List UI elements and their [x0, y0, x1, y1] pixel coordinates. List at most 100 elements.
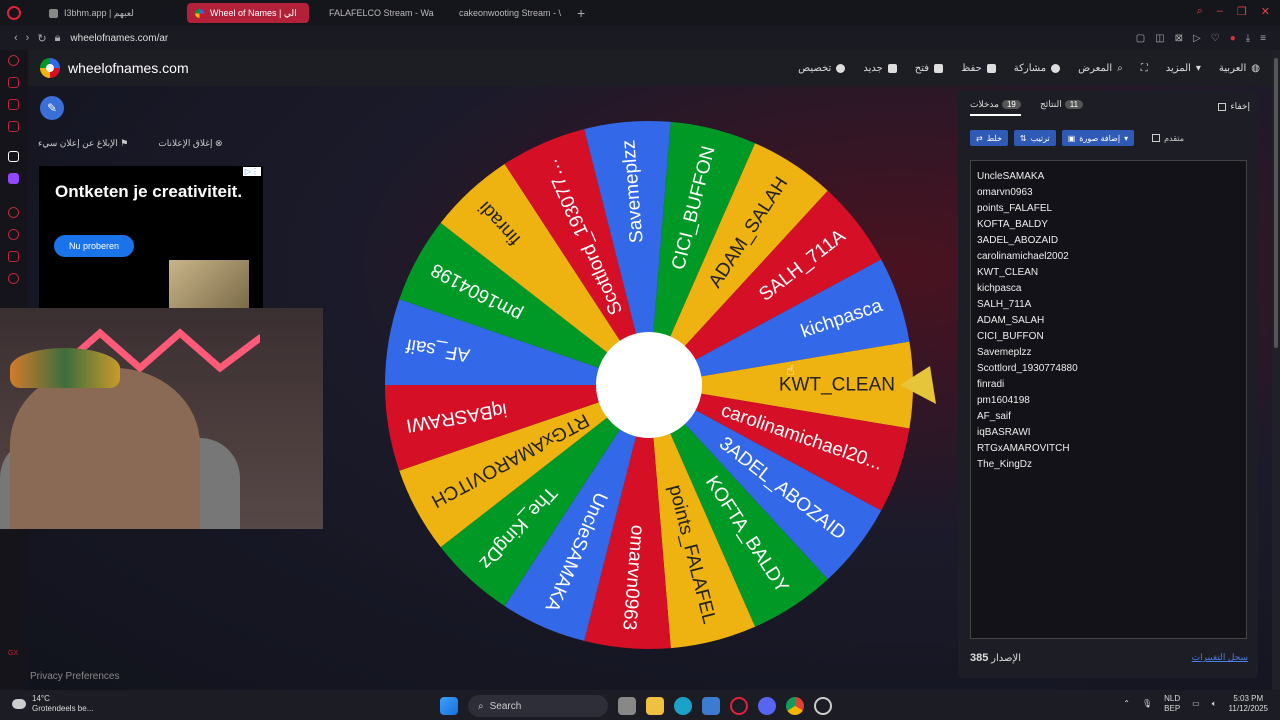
menu-more[interactable]: المزيد ▾ — [1166, 63, 1201, 74]
tab-icon — [49, 8, 58, 18]
sort-button[interactable]: ⇅ ترتيب — [1013, 130, 1056, 146]
gx-icon[interactable]: GX — [8, 650, 19, 661]
changelog-link[interactable]: سجل التغييرات — [1192, 652, 1248, 663]
menu-save[interactable]: حفظ — [961, 63, 996, 74]
advanced-checkbox[interactable] — [1152, 134, 1161, 142]
sidebar-icon[interactable] — [8, 121, 19, 132]
chevron-down-icon: ▾ — [1124, 133, 1129, 143]
entry-line: SALH_711A — [977, 299, 1032, 310]
microphone-icon[interactable]: 🎙︎ — [1142, 699, 1152, 709]
maximize-icon[interactable]: ❐ — [1237, 5, 1247, 18]
adchoices-icon[interactable]: ▷⋮ — [242, 167, 261, 176]
sidebar-icon[interactable] — [8, 55, 19, 66]
discord-icon[interactable] — [758, 697, 776, 715]
edit-button[interactable]: ✎ — [40, 96, 64, 120]
forward-icon[interactable]: › — [26, 32, 30, 44]
clock[interactable]: 5:03 PM 11/12/2025 — [1229, 694, 1268, 714]
fullscreen-button[interactable]: ⛶ — [1141, 63, 1148, 74]
sidebar-icon[interactable] — [8, 207, 19, 218]
sidebar-icon[interactable] — [8, 99, 19, 110]
menu-customize[interactable]: تخصيص — [798, 63, 846, 74]
tab-entries[interactable]: مدخلات 19 — [970, 99, 1021, 116]
language-indicator[interactable]: NLD BEP — [1164, 694, 1180, 714]
browser-tab[interactable]: I3bhm.app | لعبهم — [41, 3, 181, 23]
extension-icon[interactable]: ⊠ — [1175, 33, 1183, 44]
opera-gx-icon[interactable] — [730, 697, 748, 715]
sidebar-icon[interactable] — [8, 151, 19, 162]
edge-icon[interactable] — [674, 697, 692, 715]
account-icon[interactable]: ● — [1230, 33, 1236, 44]
browser-tab[interactable]: cakeonwooting Stream - \ — [445, 3, 569, 23]
report-ad-link[interactable]: الإبلاغ عن إعلان سيء ⚑ — [38, 138, 128, 149]
play-icon[interactable]: ▷ — [1193, 33, 1201, 44]
site-logo-icon[interactable] — [40, 58, 60, 78]
chevron-down-icon: ▾ — [1195, 62, 1201, 74]
search-tabs-icon[interactable]: ⌕ — [1197, 5, 1203, 18]
app-icon[interactable] — [814, 697, 832, 715]
tab-label: Wheel of Names | الي — [210, 7, 297, 18]
close-ads-link[interactable]: إغلاق الإعلانات ⊗ — [158, 138, 222, 149]
opera-logo-icon[interactable] — [7, 6, 21, 20]
windows-taskbar: 14°C Grotendeels be... ⌕ Search ⌃ 🎙︎ NLD BE… — [0, 690, 1280, 720]
pencil-icon: ✎ — [46, 101, 58, 115]
new-tab-icon[interactable]: + — [577, 5, 585, 21]
reload-icon[interactable]: ↻ — [37, 32, 46, 45]
url-field[interactable]: wheelofnames.com/ar — [70, 33, 168, 44]
volume-icon[interactable]: 🔈︎ — [1212, 699, 1217, 709]
ad-cta-button[interactable]: Nu proberen — [54, 235, 134, 257]
download-icon[interactable]: ⤓ — [1246, 33, 1250, 44]
entry-line: RTGxAMAROVITCH — [977, 443, 1070, 454]
menu-language[interactable]: العربية ◍ — [1219, 63, 1260, 74]
entries-toolbar: ⇄ خلط ⇅ ترتيب ▣ إضافة صورة ▾ متقدم — [970, 130, 1184, 146]
browser-tab-bar: I3bhm.app | لعبهم Wheel of Names | الي F… — [0, 0, 1280, 26]
back-icon[interactable]: ‹ — [14, 32, 18, 44]
add-image-button[interactable]: ▣ إضافة صورة ▾ — [1061, 130, 1135, 146]
snapshot-icon[interactable]: ◫ — [1155, 33, 1164, 44]
file-explorer-icon[interactable] — [646, 697, 664, 715]
streamer — [10, 368, 200, 529]
advanced-toggle[interactable]: متقدم — [1152, 134, 1184, 143]
wheel[interactable]: KWT_CLEANcarolinamichael20...3ADEL_ABOZA… — [383, 119, 915, 651]
privacy-preferences-link[interactable]: Privacy Preferences — [30, 671, 119, 682]
easy-setup-icon[interactable]: ≡ — [1260, 33, 1266, 44]
entry-line: points_FALAFEL — [977, 203, 1053, 214]
task-view-icon[interactable] — [618, 697, 636, 715]
site-name[interactable]: wheelofnames.com — [68, 60, 189, 76]
wheel-center[interactable] — [596, 332, 702, 438]
bookmark-icon[interactable]: ▢ — [1136, 33, 1145, 44]
page-scrollbar[interactable] — [1272, 50, 1280, 690]
chevron-up-icon[interactable]: ⌃ — [1123, 699, 1130, 709]
sidebar-icon[interactable] — [8, 229, 19, 240]
hide-toggle[interactable]: إخفاء — [1218, 101, 1250, 112]
menu-share[interactable]: مشاركة — [1014, 63, 1061, 74]
tab-results[interactable]: النتائج 11 — [1040, 99, 1084, 110]
network-icon[interactable]: ▭ — [1192, 699, 1200, 709]
sidebar-icon[interactable] — [8, 251, 19, 262]
store-icon[interactable] — [702, 697, 720, 715]
twitch-icon[interactable] — [8, 173, 19, 184]
entry-line: ADAM_SALAH — [977, 315, 1045, 326]
entry-line: 3ADEL_ABOZAID — [977, 235, 1059, 246]
shuffle-button[interactable]: ⇄ خلط — [970, 130, 1008, 146]
scrollbar-thumb[interactable] — [1274, 58, 1278, 348]
chrome-icon[interactable] — [786, 697, 804, 715]
windows-start-icon[interactable] — [440, 697, 458, 715]
weather-widget[interactable]: 14°C Grotendeels be... — [12, 694, 93, 714]
menu-open[interactable]: فتح — [915, 63, 944, 74]
heart-icon[interactable]: ♡ — [1211, 33, 1220, 44]
hide-checkbox[interactable] — [1218, 102, 1227, 111]
browser-tab[interactable]: FALAFELCO Stream - Wa — [315, 3, 439, 23]
entry-line: Scottlord_1930774880 — [977, 363, 1078, 374]
entries-textarea[interactable]: UncleSAMAKA omarvn0963 points_FALAFEL KOFTA… — [970, 160, 1247, 639]
taskbar-search[interactable]: ⌕ Search — [468, 695, 608, 717]
streamer-cap — [10, 348, 120, 388]
menu-new[interactable]: جديد — [863, 63, 897, 74]
minimize-icon[interactable]: – — [1217, 5, 1223, 18]
close-icon[interactable]: ✕ — [1261, 5, 1270, 18]
sidebar-icon[interactable] — [8, 77, 19, 88]
entry-line: carolinamichael2002 — [977, 251, 1069, 262]
browser-tab-active[interactable]: Wheel of Names | الي — [187, 3, 309, 23]
menu-gallery[interactable]: المعرض ⌕ — [1078, 63, 1123, 74]
settings-icon[interactable] — [8, 273, 19, 284]
advertisement[interactable]: ▷⋮ Ontketen je creativiteit. Nu proberen — [39, 166, 263, 308]
